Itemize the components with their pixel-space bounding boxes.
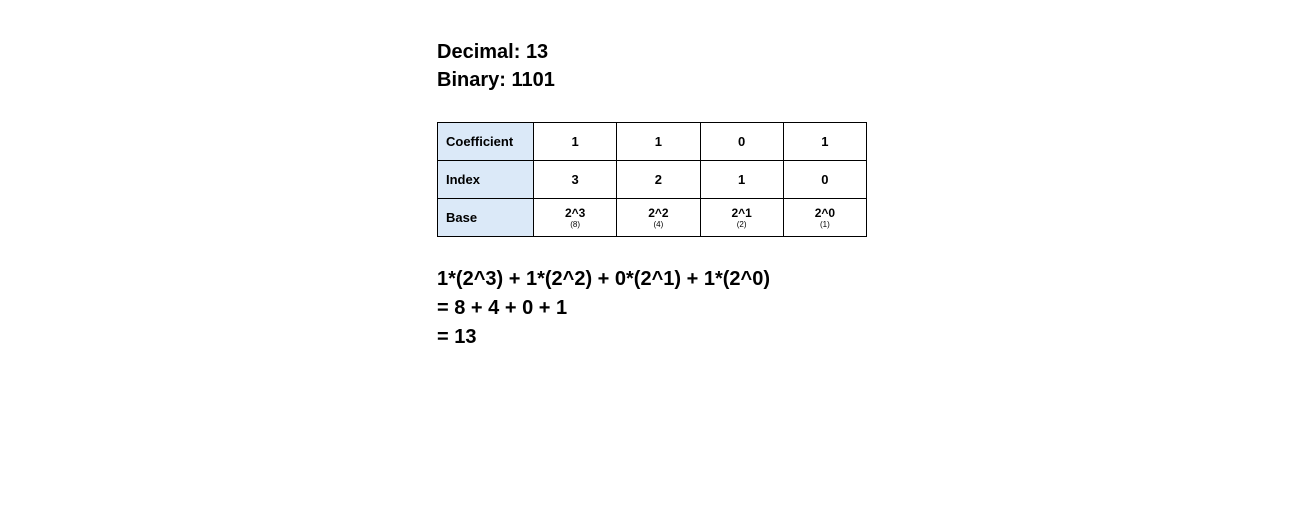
row-label-coefficient: Coefficient [438, 123, 534, 161]
calc-expansion: 1*(2^3) + 1*(2^2) + 0*(2^1) + 1*(2^0) [437, 265, 867, 294]
coeff-cell: 1 [783, 123, 866, 161]
decimal-heading: Decimal: 13 [437, 38, 867, 66]
base-power: 2^2 [617, 207, 699, 219]
base-power: 2^1 [701, 207, 783, 219]
base-cell: 2^3 (8) [534, 199, 617, 237]
index-cell: 1 [700, 161, 783, 199]
base-power: 2^3 [534, 207, 616, 219]
base-cell: 2^0 (1) [783, 199, 866, 237]
table-row: Coefficient 1 1 0 1 [438, 123, 867, 161]
base-value: (4) [617, 221, 699, 229]
binary-heading: Binary: 1101 [437, 66, 867, 94]
index-cell: 3 [534, 161, 617, 199]
calc-result: = 13 [437, 323, 867, 352]
index-cell: 0 [783, 161, 866, 199]
base-value: (2) [701, 221, 783, 229]
row-label-index: Index [438, 161, 534, 199]
calc-sum: = 8 + 4 + 0 + 1 [437, 294, 867, 323]
table-row: Index 3 2 1 0 [438, 161, 867, 199]
coeff-cell: 1 [617, 123, 700, 161]
decimal-value: 13 [526, 41, 548, 63]
coeff-cell: 0 [700, 123, 783, 161]
binary-value: 1101 [511, 69, 554, 91]
base-value: (8) [534, 221, 616, 229]
coeff-cell: 1 [534, 123, 617, 161]
binary-table: Coefficient 1 1 0 1 Index 3 2 1 0 Base 2… [437, 122, 867, 237]
table-row: Base 2^3 (8) 2^2 (4) 2^1 (2) 2^0 (1) [438, 199, 867, 237]
binary-label: Binary: [437, 69, 506, 91]
heading-block: Decimal: 13 Binary: 1101 [437, 38, 867, 94]
base-cell: 2^1 (2) [700, 199, 783, 237]
binary-explainer: Decimal: 13 Binary: 1101 Coefficient 1 1… [437, 38, 867, 352]
calculation-block: 1*(2^3) + 1*(2^2) + 0*(2^1) + 1*(2^0) = … [437, 265, 867, 352]
row-label-base: Base [438, 199, 534, 237]
decimal-label: Decimal: [437, 41, 520, 63]
index-cell: 2 [617, 161, 700, 199]
base-power: 2^0 [784, 207, 866, 219]
base-cell: 2^2 (4) [617, 199, 700, 237]
base-value: (1) [784, 221, 866, 229]
